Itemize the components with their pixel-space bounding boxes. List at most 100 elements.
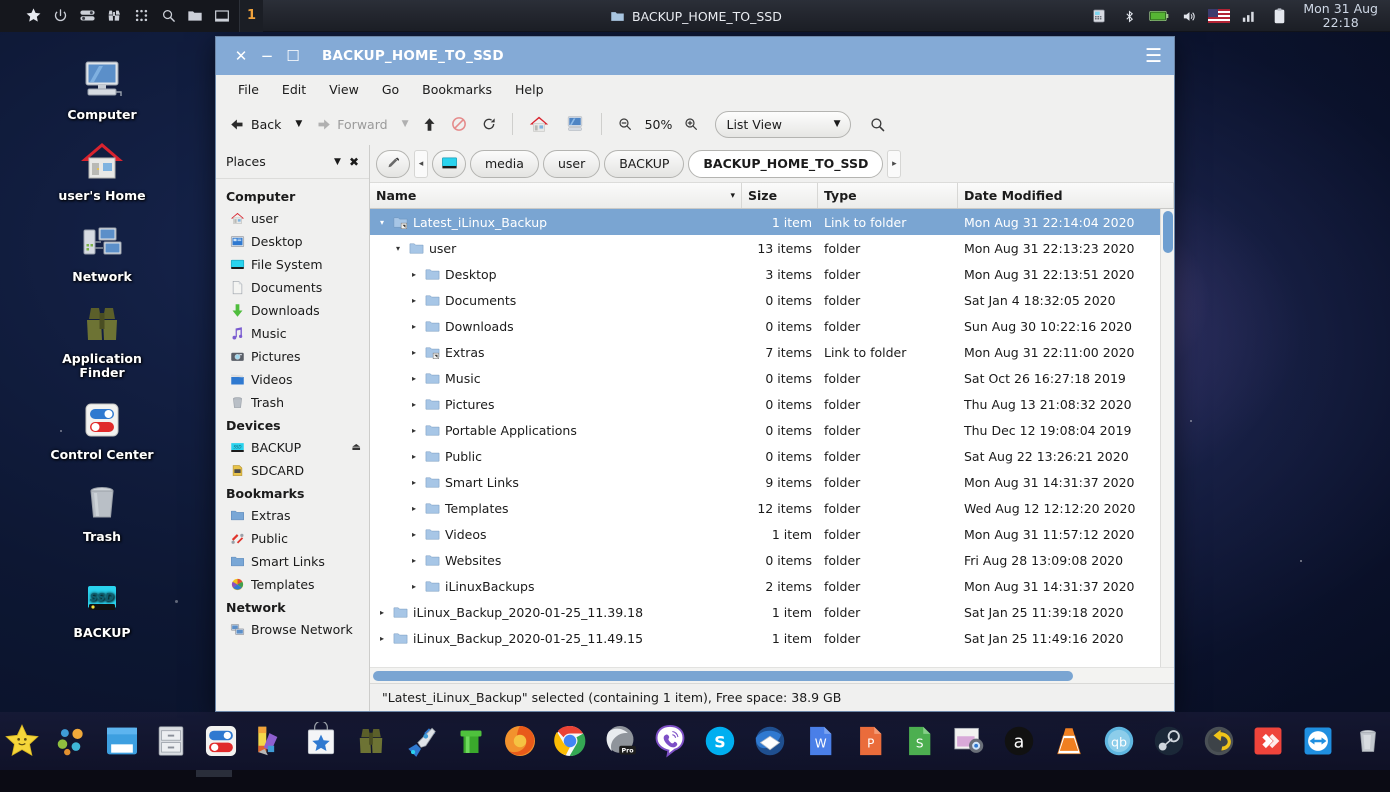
vertical-scrollbar[interactable] [1160, 209, 1174, 667]
search-icon[interactable] [157, 5, 179, 27]
table-row[interactable]: ▾ user 13 items folder Mon Aug 31 22:13:23 2… [370, 235, 1174, 261]
expand-twisty-icon[interactable]: ▾ [392, 244, 404, 253]
up-button[interactable] [416, 109, 443, 139]
dock-item-word[interactable]: W [798, 719, 842, 763]
back-history-dropdown[interactable]: ▼ [289, 109, 308, 139]
menu-help[interactable]: Help [505, 78, 554, 101]
breadcrumb-filesystem[interactable] [432, 149, 466, 178]
battery-icon[interactable] [1148, 5, 1170, 27]
forward-button[interactable]: Forward [310, 109, 393, 139]
expand-twisty-icon[interactable]: ▸ [376, 634, 388, 643]
dock-item-firefox[interactable] [499, 719, 543, 763]
search-button[interactable] [863, 109, 892, 139]
expand-twisty-icon[interactable]: ▸ [408, 296, 420, 305]
menu-file[interactable]: File [228, 78, 269, 101]
eject-icon[interactable]: ⏏ [352, 442, 361, 453]
desktop-icon-control-center[interactable]: Control Center [42, 392, 162, 462]
volume-icon[interactable] [1178, 5, 1200, 27]
menu-view[interactable]: View [319, 78, 369, 101]
expand-twisty-icon[interactable]: ▸ [408, 530, 420, 539]
sidebar-item-public[interactable]: Public [216, 527, 369, 550]
breadcrumb-media[interactable]: media [470, 149, 539, 178]
table-row[interactable]: ▸ Desktop 3 items folder Mon Aug 31 22:13:51… [370, 261, 1174, 287]
sidebar-item-browse-network[interactable]: Browse Network [216, 618, 369, 641]
hamburger-menu-icon[interactable]: ☰ [1145, 45, 1162, 67]
dock-item-file-browser[interactable] [100, 719, 144, 763]
expand-twisty-icon[interactable]: ▾ [376, 218, 388, 227]
desktop-icon-network[interactable]: Network [42, 214, 162, 284]
table-row[interactable]: ▸ iLinux_Backup_2020-01-25_11.39.18 1 item… [370, 599, 1174, 625]
file-list-rows[interactable]: ▾ Latest_iLinux_Backup 1 item Link to folde… [370, 209, 1174, 667]
open-computer-button[interactable] [558, 109, 592, 139]
power-icon[interactable] [49, 5, 71, 27]
table-row[interactable]: ▸ Templates 12 items folder Wed Aug 12 12:12… [370, 495, 1174, 521]
dock-item-audacious[interactable]: a [997, 719, 1041, 763]
expand-twisty-icon[interactable]: ▸ [408, 322, 420, 331]
table-row[interactable]: ▸ Websites 0 items folder Fri Aug 28 13:09:0… [370, 547, 1174, 573]
expand-twisty-icon[interactable]: ▸ [408, 270, 420, 279]
expand-twisty-icon[interactable]: ▸ [408, 452, 420, 461]
sidebar-item-file-system[interactable]: File System [216, 253, 369, 276]
dock-item-binoculars[interactable] [349, 719, 393, 763]
path-edit-toggle-button[interactable] [376, 149, 410, 178]
table-row[interactable]: ▸ Pictures 0 items folder Thu Aug 13 21:08:3… [370, 391, 1174, 417]
dock-item-qbittorrent[interactable]: qb [1097, 719, 1141, 763]
dock-item-screenshot[interactable] [947, 719, 991, 763]
expand-twisty-icon[interactable]: ▸ [408, 426, 420, 435]
path-scroll-right-button[interactable]: ▸ [887, 149, 902, 178]
stop-button[interactable] [445, 109, 473, 139]
dock-item-archive-drawer[interactable] [150, 719, 194, 763]
grid-dots-icon[interactable] [130, 5, 152, 27]
bluetooth-icon[interactable] [1118, 5, 1140, 27]
phone-icon[interactable] [1088, 5, 1110, 27]
breadcrumb-backup[interactable]: BACKUP [604, 149, 685, 178]
sidebar-item-videos[interactable]: Videos [216, 368, 369, 391]
path-scroll-left-button[interactable]: ◂ [414, 149, 428, 178]
back-button[interactable]: Back [224, 109, 287, 139]
dock-item-thunderbird[interactable] [748, 719, 792, 763]
minimize-icon[interactable]: − [254, 43, 280, 69]
desktop-icon-application-finder[interactable]: Application Finder [42, 296, 162, 380]
dock-item-star-smiley[interactable] [0, 719, 44, 763]
dock-item-control-center[interactable] [199, 719, 243, 763]
dock-item-sheets[interactable]: S [897, 719, 941, 763]
binoculars-icon[interactable] [103, 5, 125, 27]
desktop-icon-backup-drive[interactable]: SSD BACKUP [42, 570, 162, 640]
sidebar-item-desktop[interactable]: Desktop [216, 230, 369, 253]
panel-launchers[interactable] [0, 0, 239, 32]
close-icon[interactable]: ✕ [228, 43, 254, 69]
dock-item-chrome[interactable] [548, 719, 592, 763]
expand-twisty-icon[interactable]: ▸ [408, 478, 420, 487]
reload-button[interactable] [475, 109, 503, 139]
dock-item-app-store-star[interactable] [299, 719, 343, 763]
clock[interactable]: Mon 31 Aug 22:18 [1303, 2, 1378, 30]
expand-twisty-icon[interactable]: ▸ [408, 348, 420, 357]
flag-us-icon[interactable] [1208, 5, 1231, 27]
home-button[interactable] [522, 109, 556, 139]
table-row[interactable]: ▸ iLinux_Backup_2020-01-25_11.49.15 1 item… [370, 625, 1174, 651]
maximize-icon[interactable]: ☐ [280, 43, 306, 69]
dock-item-trash[interactable] [1346, 719, 1390, 763]
column-header-type[interactable]: Type [818, 183, 958, 208]
vertical-scrollbar-thumb[interactable] [1163, 211, 1173, 253]
dock-item-opera-pro[interactable]: Pro [598, 719, 642, 763]
expand-twisty-icon[interactable]: ▸ [408, 400, 420, 409]
column-header-size[interactable]: Size [742, 183, 818, 208]
dock-item-skype[interactable]: S [698, 719, 742, 763]
table-row[interactable]: ▸ Videos 1 item folder Mon Aug 31 11:57:12 2… [370, 521, 1174, 547]
places-dropdown-icon[interactable]: ▼ [334, 157, 341, 167]
breadcrumb-user[interactable]: user [542, 149, 601, 178]
column-header-date-modified[interactable]: Date Modified [958, 183, 1174, 208]
dock-item-color-palette[interactable] [249, 719, 293, 763]
toggles-icon[interactable] [76, 5, 98, 27]
dock-item-dots-colored[interactable] [50, 719, 94, 763]
star-icon[interactable] [22, 5, 44, 27]
dock-item-green-pipe[interactable] [449, 719, 493, 763]
window-titlebar[interactable]: ✕ − ☐ BACKUP_HOME_TO_SSD ☰ [216, 37, 1174, 75]
table-row[interactable]: ▸ Public 0 items folder Sat Aug 22 13:26:21 … [370, 443, 1174, 469]
view-mode-select[interactable]: List View ▼ [715, 110, 852, 138]
sidebar-item-music[interactable]: Music [216, 322, 369, 345]
taskbar-window-button[interactable]: BACKUP_HOME_TO_SSD [600, 4, 792, 28]
desktop-icon-users-home[interactable]: user's Home [42, 133, 162, 203]
horizontal-scrollbar-thumb[interactable] [373, 671, 1073, 681]
